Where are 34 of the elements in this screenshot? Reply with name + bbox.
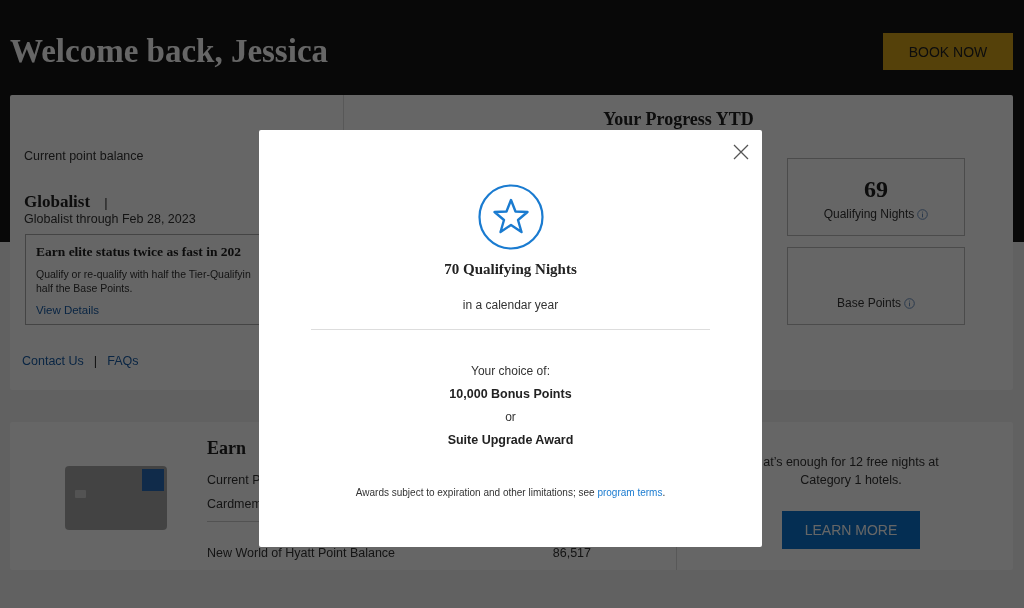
or-label: or [505,410,516,424]
award-option: 10,000 Bonus Points [449,387,572,401]
dialog-title: 70 Qualifying Nights [444,261,577,278]
footer-link[interactable]: FAQs [107,353,139,368]
promo-text: half the Base Points. [36,282,134,294]
stat-value: 69 [864,176,888,203]
balance-total-value: 86,517 [552,546,591,560]
dialog-subtitle: in a calendar year [462,298,559,312]
offer-row-label: Cardmem [207,497,263,511]
separator: | [93,353,98,368]
separator: | [104,195,108,210]
stat-label: Qualifying Nights [823,207,915,221]
welcome-title: Welcome back, Jessica [10,33,329,70]
close-icon[interactable] [732,143,750,161]
offer-title: Earn [207,438,246,459]
progress-title: Your Progress YTD [602,109,755,130]
balance-total-label: New World of Hyatt Point Balance [207,546,396,560]
footer-link[interactable]: Contact Us [22,353,84,368]
terms-note: Awards subject to expiration and other limitations; see program terms. [355,487,666,498]
offer-message: at’s enough for 12 free nights at [763,454,939,471]
balance-label: Current point balance [24,149,145,163]
stat-label: Base Points [836,296,901,310]
info-icon[interactable] [917,208,929,220]
tier-name: Globalist [24,192,91,212]
star-badge-icon [477,184,544,250]
offer-message: Category 1 hotels. [800,472,902,489]
promo-title: Earn elite status twice as fast in 202 [36,244,243,260]
award-option: Suite Upgrade Award [447,433,574,447]
learn-more-button[interactable]: LEARN MORE [782,511,920,549]
tier-expiry: Globalist through Feb 28, 2023 [24,212,197,226]
choice-label: Your choice of: [471,364,550,378]
info-icon[interactable] [904,297,915,309]
book-now-button[interactable]: BOOK NOW [883,33,1013,70]
promo-text: Qualify or re-qualify with half the Tier-Qualifyin [36,268,252,280]
